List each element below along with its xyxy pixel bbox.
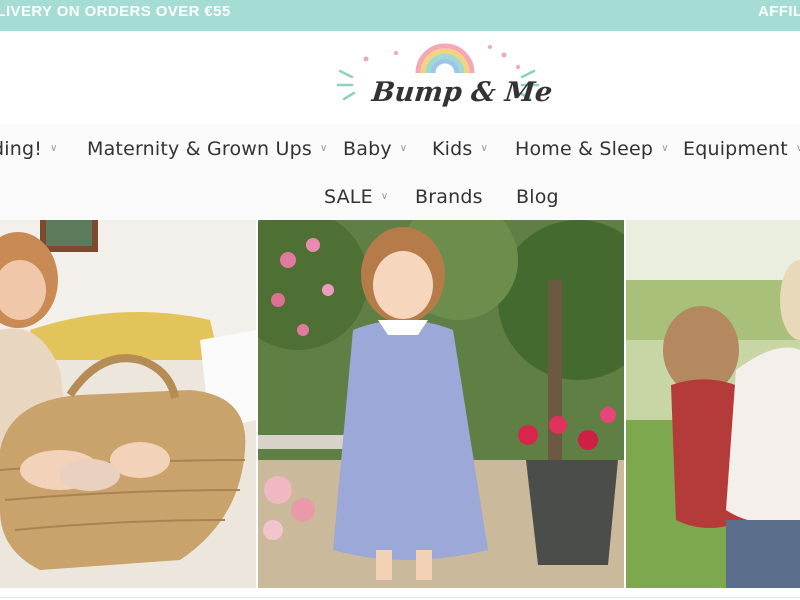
nav-item-label: Brands — [415, 186, 483, 208]
chevron-down-icon: ∨ — [320, 143, 328, 154]
nav-item-sale[interactable]: SALE ∨ — [324, 186, 388, 208]
chevron-down-icon: ∨ — [795, 143, 800, 154]
nav-item-label: Maternity & Grown Ups — [87, 138, 312, 160]
nav-item-home-sleep[interactable]: Home & Sleep ∨ — [515, 138, 669, 160]
hero-image-mother-child[interactable] — [626, 220, 800, 588]
nav-item-label: Blog — [516, 186, 559, 208]
chevron-down-icon: ∨ — [661, 143, 669, 154]
hero-image-mother-baby[interactable] — [0, 220, 256, 588]
nav-item-equipment[interactable]: Equipment ∨ — [683, 138, 800, 160]
chevron-down-icon: ∨ — [50, 143, 58, 154]
announcement-bar: ELIVERY ON ORDERS OVER €55 AFFIL — [0, 0, 800, 31]
nav-item-label: Home & Sleep — [515, 138, 654, 160]
divider — [0, 597, 800, 598]
announcement-message: ELIVERY ON ORDERS OVER €55 — [0, 3, 231, 20]
affiliate-link[interactable]: AFFIL — [758, 3, 800, 20]
site-logo[interactable]: Bump & Me — [330, 33, 554, 121]
nav-item-label: ding! — [0, 138, 43, 160]
nav-item-label: Kids — [432, 138, 473, 160]
nav-item-blog[interactable]: Blog — [516, 186, 559, 208]
nav-item-label: Equipment — [683, 138, 788, 160]
nav-item-maternity[interactable]: Maternity & Grown Ups ∨ — [87, 138, 328, 160]
nav-item-label: SALE — [324, 186, 373, 208]
hero-image-girl-dress[interactable] — [258, 220, 624, 588]
nav-item-wedding[interactable]: ding! ∨ — [0, 138, 58, 160]
nav-item-kids[interactable]: Kids ∨ — [432, 138, 488, 160]
chevron-down-icon: ∨ — [399, 143, 408, 154]
chevron-down-icon: ∨ — [480, 143, 489, 154]
nav-item-brands[interactable]: Brands — [415, 186, 483, 208]
nav-item-baby[interactable]: Baby ∨ — [343, 138, 407, 160]
logo-wordmark: Bump & Me — [370, 77, 554, 108]
chevron-down-icon: ∨ — [380, 191, 389, 202]
main-nav: ding! ∨ Maternity & Grown Ups ∨ Baby ∨ Kids… — [0, 124, 800, 220]
nav-item-label: Baby — [343, 138, 392, 160]
